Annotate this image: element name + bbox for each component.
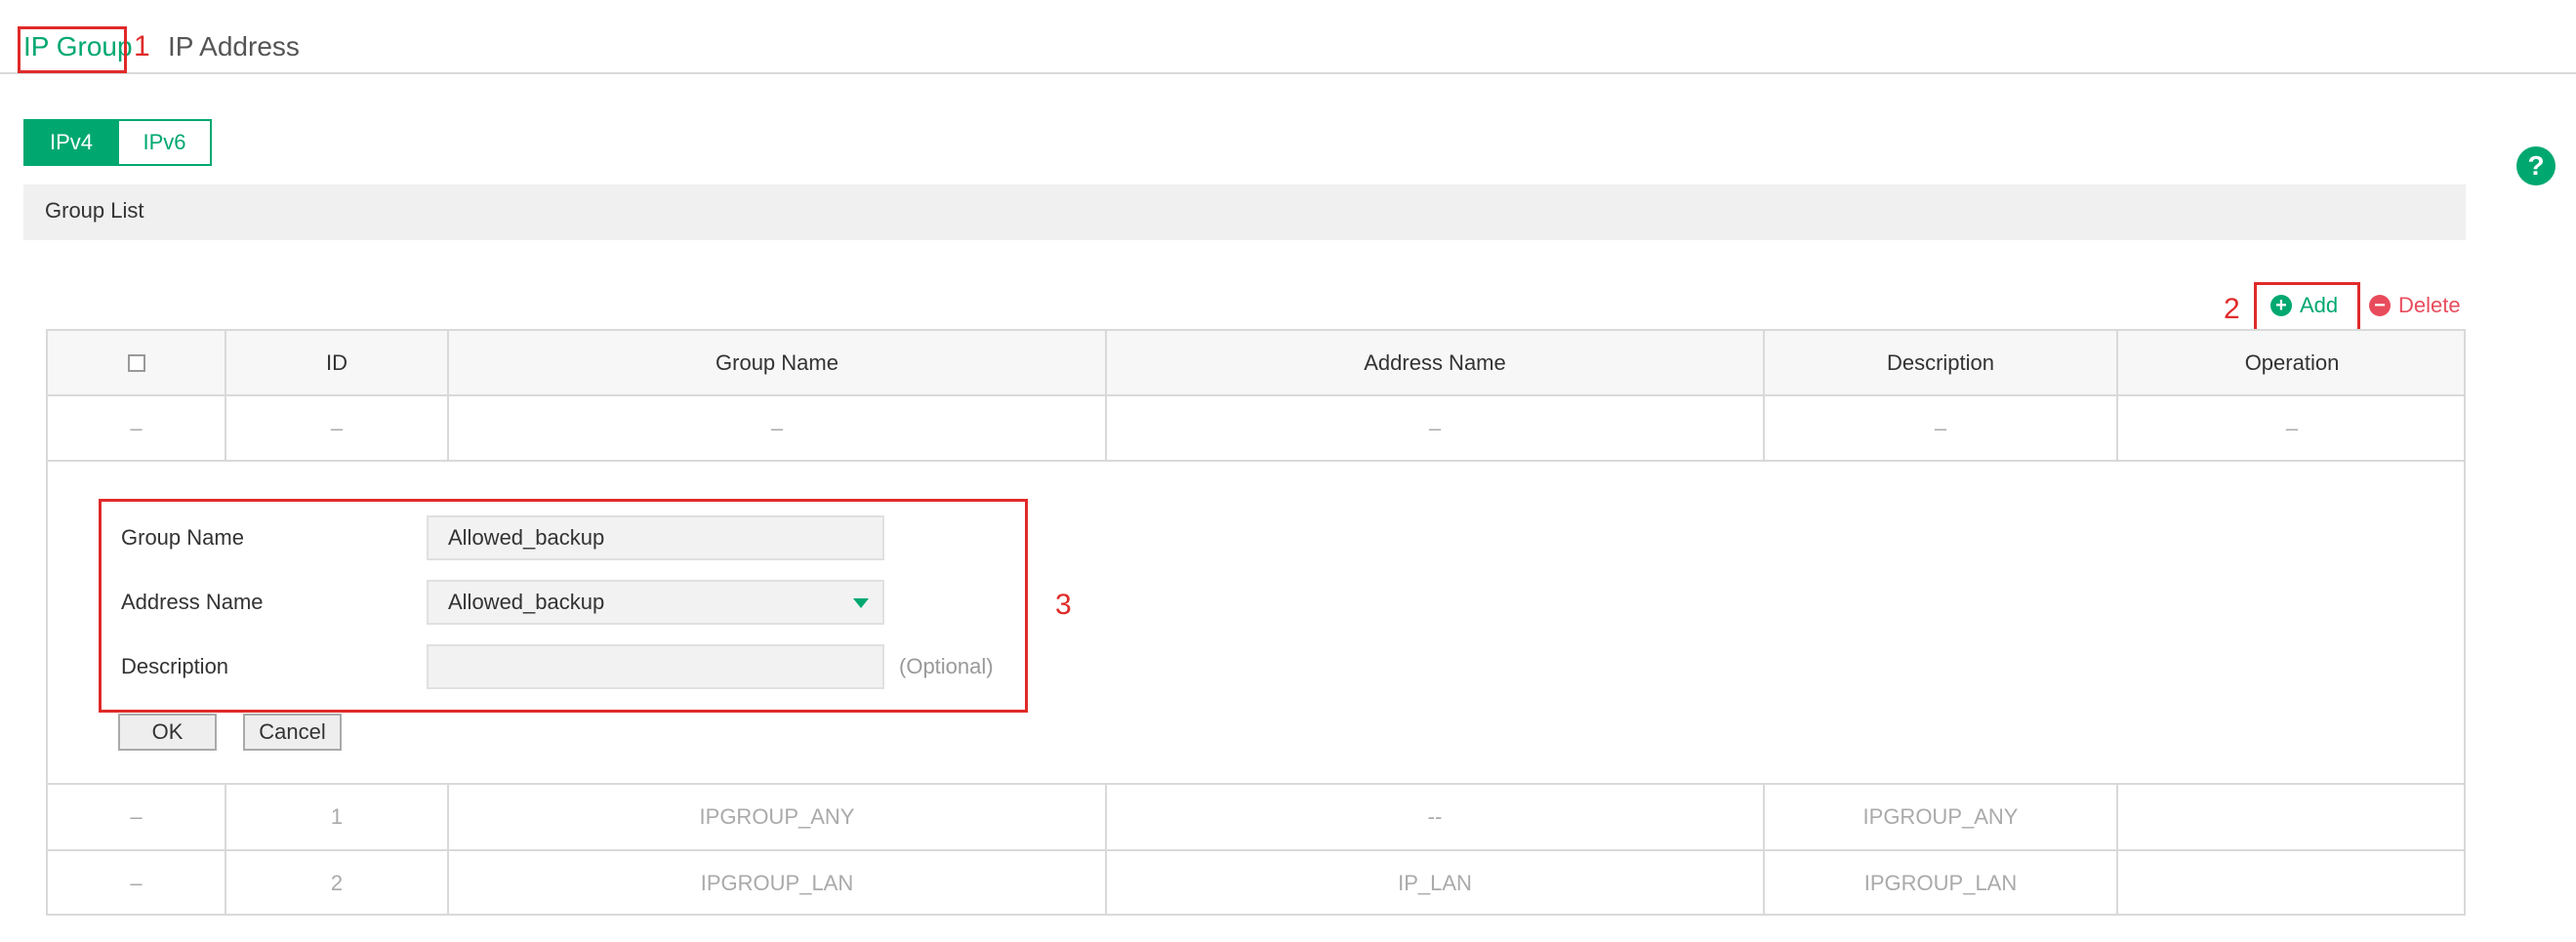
table-cell [2118, 785, 2466, 849]
table-cell: – [48, 851, 226, 916]
select-all-checkbox[interactable] [127, 353, 145, 372]
table-row-new: – – – – – – [48, 396, 2464, 462]
table-cell: IPGROUP_ANY [1765, 785, 2118, 849]
tab-ip-address[interactable]: IP Address [168, 27, 300, 66]
table-row: – 2 IPGROUP_LAN IP_LAN IPGROUP_LAN [48, 851, 2464, 916]
table-cell: – [2285, 415, 2299, 440]
table-cell: – [48, 396, 226, 460]
header-group-name: Group Name [449, 331, 1107, 394]
tab-divider [0, 72, 2576, 74]
table-header-row: ID Group Name Address Name Description O… [48, 331, 2464, 396]
ipv6-toggle[interactable]: IPv6 [117, 119, 212, 166]
table-cell: – [226, 396, 449, 460]
delete-label: Delete [2398, 293, 2461, 317]
table-cell: – [449, 396, 1107, 460]
add-button[interactable]: + Add [2270, 293, 2338, 318]
table-cell: – [1107, 396, 1765, 460]
delete-button[interactable]: − Delete [2369, 293, 2461, 318]
table-cell: IPGROUP_LAN [449, 851, 1107, 916]
minus-circle-icon: − [2369, 295, 2391, 316]
table-cell: – [1765, 396, 2118, 460]
header-address-name: Address Name [1107, 331, 1765, 394]
annotation-number-3: 3 [1055, 589, 1072, 621]
header-operation: Operation [2244, 349, 2340, 375]
header-description: Description [1765, 331, 2118, 394]
table-cell: 2 [226, 851, 449, 916]
annotation-box-3 [99, 499, 1028, 713]
annotation-number-1: 1 [134, 30, 150, 62]
annotation-box-1 [18, 26, 127, 73]
table-cell [2118, 851, 2466, 916]
add-label: Add [2300, 293, 2339, 317]
table-cell: IPGROUP_ANY [449, 785, 1107, 849]
help-icon[interactable]: ? [2516, 146, 2556, 185]
group-list-header: Group List [23, 184, 2466, 240]
group-list-title: Group List [45, 198, 144, 223]
table-cell: IPGROUP_LAN [1765, 851, 2118, 916]
ipv4-toggle[interactable]: IPv4 [23, 119, 119, 166]
table-row: – 1 IPGROUP_ANY -- IPGROUP_ANY [48, 785, 2464, 851]
table-cell: 1 [226, 785, 449, 849]
table-cell: – [48, 785, 226, 849]
cancel-button[interactable]: Cancel [243, 714, 342, 751]
annotation-number-2: 2 [2224, 293, 2240, 325]
table-cell: IP_LAN [1107, 851, 1765, 916]
table-cell: -- [1107, 785, 1765, 849]
select-all-cell [48, 331, 226, 394]
plus-circle-icon: + [2270, 295, 2292, 316]
header-id: ID [226, 331, 449, 394]
ok-button[interactable]: OK [118, 714, 217, 751]
